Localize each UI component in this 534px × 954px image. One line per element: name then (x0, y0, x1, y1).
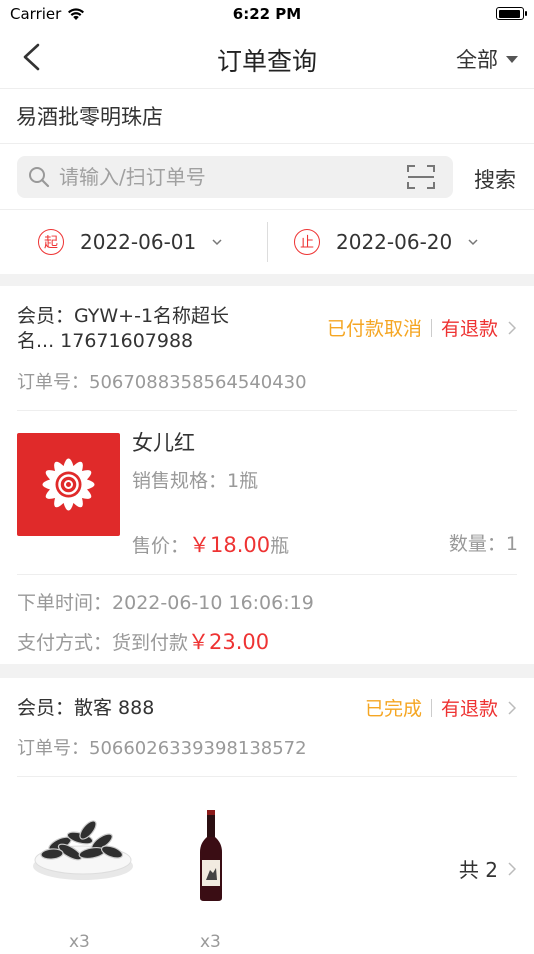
order-time-value: 2022-06-10 16:06:19 (112, 592, 314, 614)
search-box (17, 156, 453, 198)
member-info: 会员：GYW+-1名称超长 名... 17671607988 (17, 304, 229, 354)
filter-dropdown[interactable]: 全部 (456, 44, 518, 74)
start-badge: 起 (38, 229, 64, 255)
chevron-right-icon (508, 861, 516, 876)
order-number-label: 订单号： (17, 738, 89, 759)
status-label: 已完成 (364, 698, 422, 720)
item-quantity: x3 (69, 932, 90, 952)
order-number: 订单号：5067088358564540430 (17, 368, 307, 394)
order-amount: ￥23.00 (188, 630, 270, 654)
sunflower-seeds-icon (33, 820, 133, 880)
filter-label: 全部 (456, 48, 498, 72)
order-card[interactable]: 会员：散客 888 已完成 有退款 订单号：506602633939813857… (0, 678, 534, 954)
order-time-label: 下单时间： (17, 592, 113, 614)
member-info: 会员：散客 888 (17, 696, 154, 721)
date-divider (267, 222, 268, 262)
search-input[interactable] (57, 164, 391, 190)
payment-label: 支付方式： (17, 632, 113, 654)
chevron-right-icon (508, 700, 516, 715)
item-quantity: x3 (200, 932, 221, 952)
scan-icon[interactable] (407, 164, 435, 190)
daisy-logo-icon (42, 458, 95, 511)
end-badge: 止 (294, 229, 320, 255)
status-divider (430, 698, 432, 717)
product-spec: 销售规格：1瓶 (132, 466, 258, 493)
status-divider (430, 318, 432, 337)
divider (17, 574, 517, 575)
search-button[interactable]: 搜索 (474, 164, 516, 194)
refund-badge: 有退款 (440, 318, 498, 340)
spec-value: 1瓶 (227, 470, 259, 492)
clock: 6:22 PM (232, 5, 302, 23)
start-date: 2022-06-01 (80, 230, 197, 254)
price-label: 售价： (132, 535, 190, 557)
page-title: 订单查询 (216, 47, 317, 76)
price-unit: 瓶 (270, 535, 290, 557)
section-gap (0, 664, 534, 678)
product-name: 女儿红 (132, 431, 195, 455)
member-name-cont: 名... 17671607988 (17, 330, 194, 352)
end-date-picker[interactable]: 止 2022-06-20 (294, 210, 478, 274)
order-status: 已完成 有退款 (365, 694, 516, 721)
date-range: 起 2022-06-01 止 2022-06-20 (0, 210, 534, 274)
divider (17, 410, 517, 411)
order-number: 订单号：5066026339398138572 (17, 734, 307, 760)
order-number-value: 5067088358564540430 (89, 372, 307, 393)
order-number-label: 订单号： (17, 372, 89, 393)
section-gap (0, 274, 534, 286)
chevron-down-icon (468, 239, 478, 246)
divider (17, 776, 517, 777)
chevron-right-icon (508, 320, 516, 335)
member-name: GYW+-1名称超长 (74, 305, 230, 327)
refund-badge: 有退款 (440, 698, 498, 720)
chevron-down-icon (212, 239, 222, 246)
order-number-value: 5066026339398138572 (89, 738, 307, 759)
end-date: 2022-06-20 (336, 230, 453, 254)
status-bar: Carrier 6:22 PM (0, 0, 534, 28)
order-time: 下单时间：2022-06-10 16:06:19 (17, 588, 314, 615)
spec-label: 销售规格： (132, 470, 228, 492)
battery-icon (496, 7, 527, 20)
qty-value: 1 (505, 533, 518, 555)
search-icon (29, 167, 50, 188)
search-bar: 搜索 (0, 144, 534, 210)
order-status: 已付款取消 有退款 (327, 314, 516, 341)
product-quantity: 数量：1 (449, 529, 518, 556)
caret-down-icon (506, 55, 518, 63)
member-name: 散客 888 (74, 697, 155, 719)
store-name: 易酒批零明珠店 (0, 88, 534, 144)
wine-bottle-icon (200, 810, 222, 901)
product-price: 售价：￥18.00瓶 (132, 529, 289, 559)
qty-label: 数量： (448, 533, 506, 555)
member-label: 会员： (17, 697, 75, 719)
nav-bar: 订单查询 全部 (0, 28, 534, 88)
item-total[interactable]: 共 2 (459, 854, 516, 883)
order-card[interactable]: 会员：GYW+-1名称超长 名... 17671607988 已付款取消 有退款… (0, 286, 534, 664)
price-value: ￥18.00 (189, 533, 271, 557)
item-total-label: 共 2 (458, 858, 498, 882)
payment-value: 货到付款 (112, 632, 189, 654)
member-label: 会员： (17, 305, 75, 327)
start-date-picker[interactable]: 起 2022-06-01 (38, 210, 222, 274)
payment-method: 支付方式：货到付款￥23.00 (17, 626, 269, 656)
status-label: 已付款取消 (326, 318, 422, 340)
product-image (17, 433, 120, 536)
